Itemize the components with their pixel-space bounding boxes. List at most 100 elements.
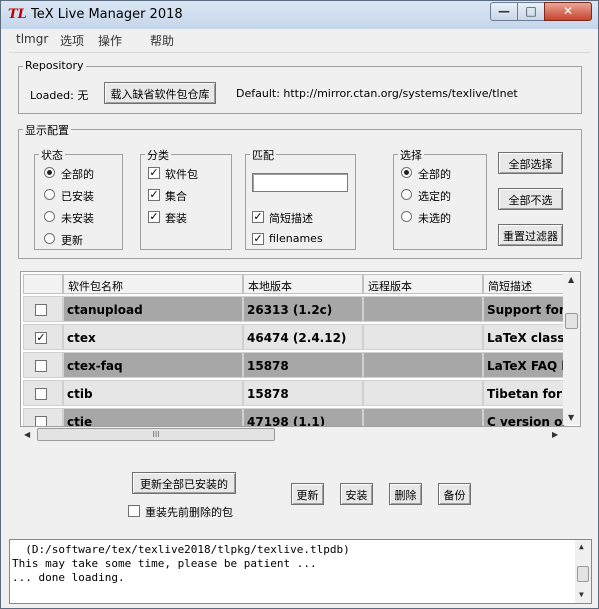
scroll-right-arrow-icon[interactable]: ▶ bbox=[552, 430, 558, 439]
header-remote-version[interactable]: 远程版本 bbox=[363, 274, 483, 294]
row-checkbox[interactable] bbox=[35, 304, 47, 316]
header-short-description[interactable]: 简短描述 bbox=[483, 274, 565, 294]
row-select-cell[interactable] bbox=[23, 408, 63, 426]
local-version-cell: 47198 (1.1) bbox=[243, 408, 363, 426]
radio-unselected[interactable] bbox=[44, 189, 55, 200]
scroll-down-arrow-icon[interactable]: ▼ bbox=[568, 413, 574, 422]
window-title: TeX Live Manager 2018 bbox=[31, 7, 183, 22]
checkbox-checked[interactable]: ✓ bbox=[148, 211, 160, 223]
selection-group: 选择 全部的 选定的 未选的 bbox=[393, 147, 487, 250]
install-button[interactable]: 安装 bbox=[340, 483, 373, 505]
scroll-up-arrow-icon[interactable]: ▲ bbox=[579, 542, 584, 551]
scroll-left-arrow-icon[interactable]: ◀ bbox=[24, 430, 30, 439]
maximize-button[interactable]: □ bbox=[517, 2, 545, 21]
row-select-cell[interactable] bbox=[23, 352, 63, 378]
menu-help[interactable]: 帮助 bbox=[150, 32, 174, 49]
package-name-cell[interactable]: ctex bbox=[63, 324, 243, 350]
radio-unselected[interactable] bbox=[401, 189, 412, 200]
selection-group-title: 选择 bbox=[398, 147, 424, 163]
table-row[interactable]: ctie 47198 (1.1) C version of ti bbox=[21, 408, 565, 426]
vertical-scroll-thumb[interactable] bbox=[565, 313, 578, 329]
log-line: ... done loading. bbox=[12, 571, 125, 584]
description-cell: Tibetan for Te bbox=[483, 380, 565, 406]
table-vertical-scrollbar[interactable]: ▲ ▼ bbox=[563, 273, 580, 425]
log-output[interactable]: (D:/software/tex/texlive2018/tlpkg/texli… bbox=[9, 539, 592, 604]
checkbox-unchecked[interactable] bbox=[128, 505, 140, 517]
log-line: This may take some time, please be patie… bbox=[12, 557, 317, 570]
remote-version-cell bbox=[363, 408, 483, 426]
checkbox-label: filenames bbox=[269, 232, 323, 245]
header-package-name[interactable]: 软件包名称 bbox=[63, 274, 243, 294]
row-select-cell[interactable] bbox=[23, 296, 63, 322]
package-name-cell[interactable]: ctanupload bbox=[63, 296, 243, 322]
package-table: 软件包名称 本地版本 远程版本 简短描述 ctanupload 26313 (1… bbox=[20, 271, 581, 427]
log-vertical-scrollbar[interactable]: ▲ ▼ bbox=[575, 540, 591, 603]
table-row[interactable]: ctanupload 26313 (1.2c) Support for us bbox=[21, 296, 565, 324]
match-group-title: 匹配 bbox=[250, 147, 276, 163]
header-select[interactable] bbox=[23, 274, 63, 294]
deselect-all-button[interactable]: 全部不选 bbox=[498, 188, 563, 210]
category-group: 分类 ✓ 软件包 ✓ 集合 ✓ 套装 bbox=[140, 147, 232, 250]
checkbox-label: 套装 bbox=[165, 212, 187, 225]
table-row[interactable]: ✓ ctex 46474 (2.4.12) LaTeX classe bbox=[21, 324, 565, 352]
row-checkbox[interactable] bbox=[35, 416, 47, 426]
radio-label: 已安装 bbox=[61, 190, 94, 203]
checkbox-checked[interactable]: ✓ bbox=[252, 211, 264, 223]
title-bar: TL TeX Live Manager 2018 — □ ✕ bbox=[1, 1, 598, 29]
menu-options[interactable]: 选项 bbox=[60, 32, 84, 49]
checkbox-checked[interactable]: ✓ bbox=[148, 189, 160, 201]
package-name-cell[interactable]: ctib bbox=[63, 380, 243, 406]
scroll-up-arrow-icon[interactable]: ▲ bbox=[568, 275, 574, 284]
menu-divider bbox=[9, 52, 590, 53]
radio-label: 更新 bbox=[61, 234, 83, 247]
repository-group: Repository Loaded: 无 载入缺省软件包仓库 Default: … bbox=[18, 59, 582, 114]
minimize-button[interactable]: — bbox=[490, 2, 518, 21]
radio-selected[interactable] bbox=[44, 167, 55, 178]
match-search-input[interactable] bbox=[252, 173, 348, 192]
update-button[interactable]: 更新 bbox=[291, 483, 324, 505]
radio-label: 全部的 bbox=[418, 168, 451, 181]
display-config-title: 显示配置 bbox=[23, 122, 71, 138]
log-scroll-thumb[interactable] bbox=[577, 566, 589, 582]
radio-selected[interactable] bbox=[401, 167, 412, 178]
description-cell: C version of ti bbox=[483, 408, 565, 426]
radio-unselected[interactable] bbox=[44, 233, 55, 244]
row-select-cell[interactable] bbox=[23, 380, 63, 406]
checkbox-label: 重装先前删除的包 bbox=[145, 506, 233, 519]
load-default-repo-button[interactable]: 载入缺省软件包仓库 bbox=[104, 82, 216, 104]
tex-live-icon: TL bbox=[8, 7, 27, 22]
table-row[interactable]: ctex-faq 15878 LaTeX FAQ by bbox=[21, 352, 565, 380]
radio-label: 选定的 bbox=[418, 190, 451, 203]
menu-actions[interactable]: 操作 bbox=[98, 32, 122, 49]
remote-version-cell bbox=[363, 324, 483, 350]
row-select-cell[interactable]: ✓ bbox=[23, 324, 63, 350]
package-name-cell[interactable]: ctie bbox=[63, 408, 243, 426]
log-line: (D:/software/tex/texlive2018/tlpkg/texli… bbox=[12, 543, 350, 556]
tlmgr-window: TL TeX Live Manager 2018 — □ ✕ tlmgr 选项 … bbox=[0, 0, 599, 609]
close-button[interactable]: ✕ bbox=[544, 2, 592, 21]
package-name-cell[interactable]: ctex-faq bbox=[63, 352, 243, 378]
select-all-button[interactable]: 全部选择 bbox=[498, 152, 563, 174]
repository-group-title: Repository bbox=[23, 59, 86, 72]
menu-tlmgr[interactable]: tlmgr bbox=[16, 32, 48, 46]
table-horizontal-scrollbar[interactable]: ◀ III ▶ bbox=[21, 427, 563, 442]
match-group: 匹配 ✓ 简短描述 ✓ filenames bbox=[245, 147, 356, 250]
local-version-cell: 15878 bbox=[243, 352, 363, 378]
radio-unselected[interactable] bbox=[401, 211, 412, 222]
checkbox-label: 软件包 bbox=[165, 168, 198, 181]
checkbox-label: 简短描述 bbox=[269, 212, 313, 225]
table-row[interactable]: ctib 15878 Tibetan for Te bbox=[21, 380, 565, 408]
horizontal-scroll-thumb[interactable]: III bbox=[37, 428, 275, 441]
update-all-installed-button[interactable]: 更新全部已安装的 bbox=[132, 472, 236, 494]
remove-button[interactable]: 删除 bbox=[389, 483, 422, 505]
header-local-version[interactable]: 本地版本 bbox=[243, 274, 363, 294]
row-checkbox-checked[interactable]: ✓ bbox=[35, 332, 47, 344]
backup-button[interactable]: 备份 bbox=[438, 483, 471, 505]
radio-unselected[interactable] bbox=[44, 211, 55, 222]
row-checkbox[interactable] bbox=[35, 388, 47, 400]
checkbox-checked[interactable]: ✓ bbox=[148, 167, 160, 179]
scroll-down-arrow-icon[interactable]: ▼ bbox=[579, 590, 584, 599]
row-checkbox[interactable] bbox=[35, 360, 47, 372]
checkbox-checked[interactable]: ✓ bbox=[252, 233, 264, 245]
reset-filters-button[interactable]: 重置过滤器 bbox=[498, 224, 563, 246]
